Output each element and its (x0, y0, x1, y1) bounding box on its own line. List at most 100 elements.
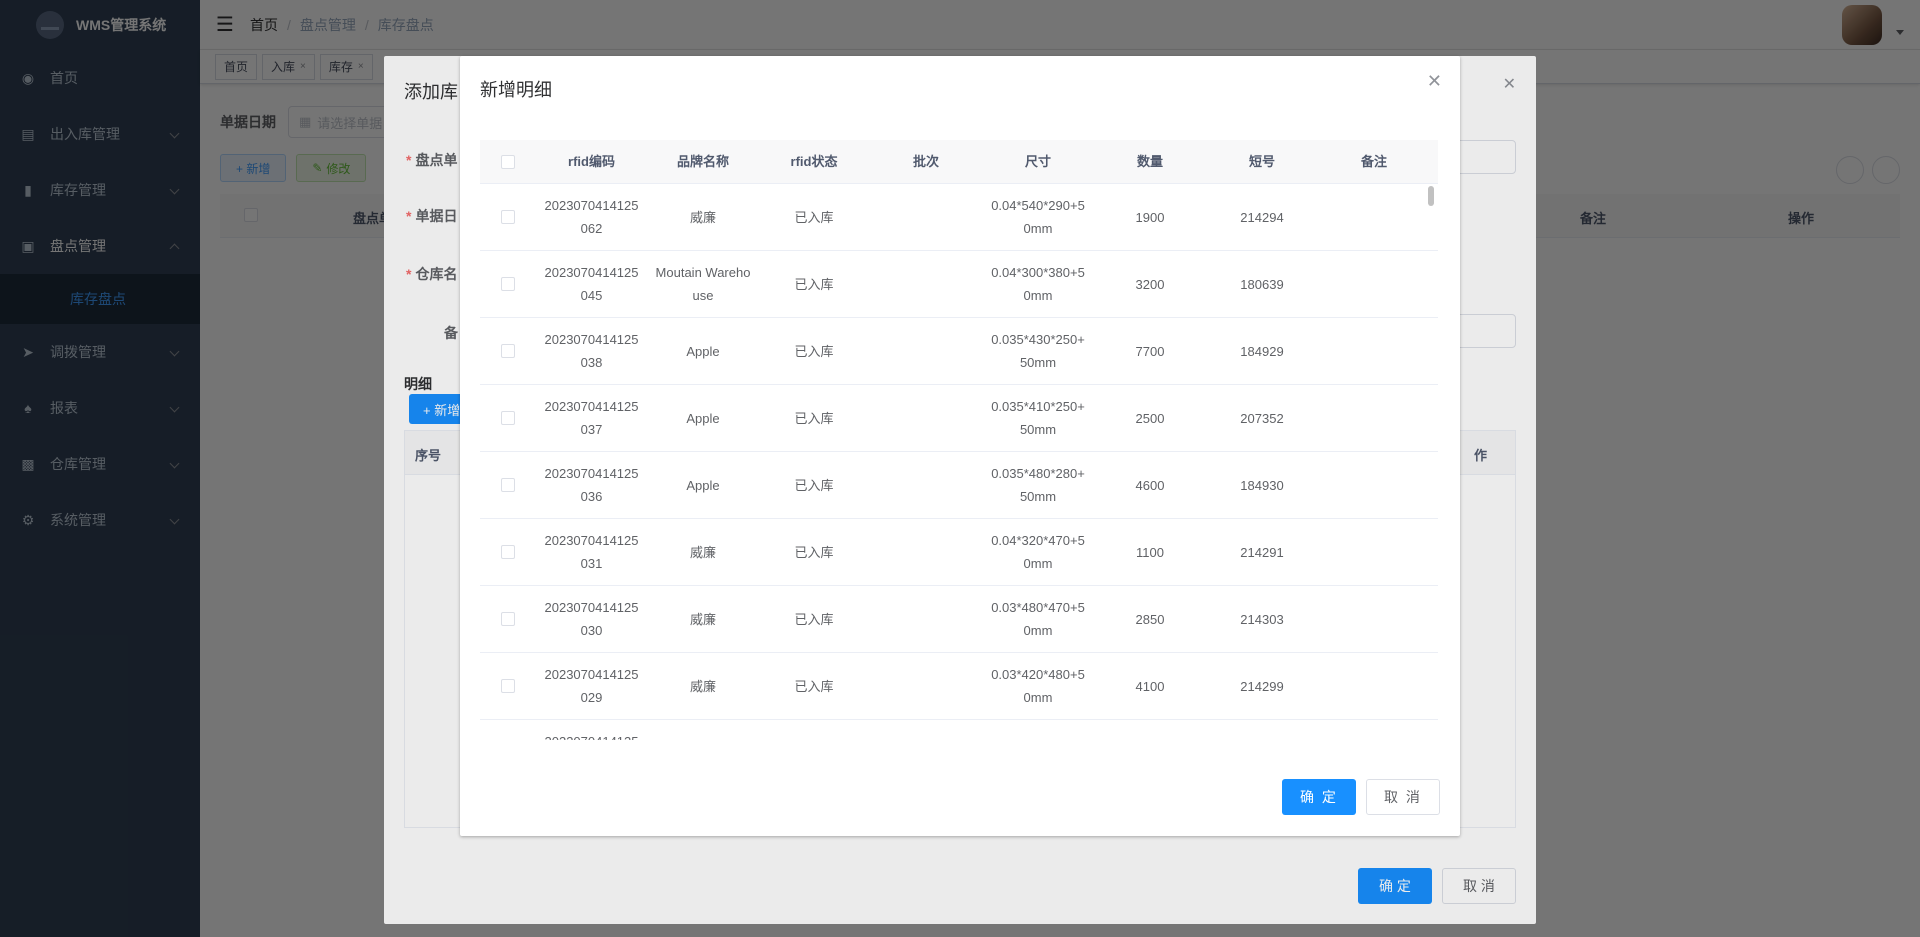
short-no-cell-text: 214294 (1240, 209, 1284, 225)
rfid-code-cell-text: 2023070414125038 (544, 332, 639, 370)
column-header: 批次 (912, 154, 939, 169)
table-row[interactable]: 2023070414125029 威廉 已入库 0.03*420*480+50mm 41… (480, 653, 1438, 720)
row-checkbox[interactable] (500, 411, 515, 425)
row-checkbox[interactable] (500, 478, 515, 492)
quantity-cell-text: 3200 (1135, 276, 1165, 292)
brand-cell-text: 威廉 (689, 678, 716, 694)
table-row[interactable]: 2023070414125030 威廉 已入库 0.03*480*470+50mm 28… (480, 586, 1438, 653)
scrollbar-thumb[interactable] (1428, 186, 1434, 206)
table-row[interactable]: 2023070414125045 Moutain Warehouse 已入库 0.04… (480, 251, 1438, 318)
cancel-button[interactable]: 取 消 (1366, 779, 1440, 815)
brand-cell: Apple (648, 340, 758, 363)
short-no-cell: 207352 (1206, 407, 1318, 430)
quantity-cell-text: 1900 (1135, 209, 1165, 225)
size-cell-text: 0.04*540*290+50mm (991, 198, 1085, 236)
size-cell: 0.03*420*480+50mm (982, 663, 1094, 709)
quantity-cell: 2500 (1094, 407, 1206, 430)
row-checkbox[interactable] (500, 210, 515, 224)
quantity-cell-text: 4600 (1135, 477, 1165, 493)
batch-cell (870, 407, 982, 430)
rfid-code-cell-text: 2023070414125062 (544, 198, 639, 236)
short-no-cell-text: 184929 (1240, 343, 1284, 359)
short-no-cell-text: 207352 (1240, 410, 1284, 426)
size-cell: 0.035*410*250+50mm (982, 395, 1094, 441)
quantity-cell: 3200 (1094, 273, 1206, 296)
row-checkbox[interactable] (500, 545, 515, 559)
batch-cell (870, 340, 982, 363)
rfid-code-cell-text: 2023070414125030 (544, 600, 639, 638)
table-row[interactable]: 20230704141250280.04*300*470 (480, 720, 1438, 740)
quantity-cell-text: 1100 (1136, 544, 1164, 560)
rfid-status-cell: 已入库 (758, 474, 870, 497)
batch-cell (870, 541, 982, 564)
column-header: 备注 (1360, 154, 1387, 169)
column-header: 数量 (1136, 154, 1163, 169)
detail-select-table: rfid编码 品牌名称 rfid状态 批次 尺寸 数量 短号 备注 202307… (480, 140, 1438, 740)
brand-cell: 威廉 (648, 675, 758, 698)
table-row[interactable]: 2023070414125036 Apple 已入库 0.035*480*280+50… (480, 452, 1438, 519)
row-checkbox[interactable] (500, 612, 515, 626)
select-all-checkbox[interactable] (500, 154, 515, 169)
table-row[interactable]: 2023070414125031 威廉 已入库 0.04*320*470+50mm 11… (480, 519, 1438, 586)
rfid-code-cell: 2023070414125037 (535, 395, 648, 441)
short-no-cell: 214294 (1206, 206, 1318, 229)
rfid-code-cell: 2023070414125062 (535, 194, 648, 240)
close-icon[interactable]: ✕ (1427, 72, 1442, 90)
brand-cell-text: Apple (686, 477, 720, 493)
confirm-button[interactable]: 确 定 (1282, 779, 1356, 815)
brand-cell-text: Apple (686, 410, 720, 426)
batch-cell (870, 608, 982, 631)
short-no-cell-text: 184930 (1240, 477, 1284, 493)
rfid-code-cell: 2023070414125045 (535, 261, 648, 307)
rfid-status-cell: 已入库 (758, 675, 870, 698)
brand-cell: 威廉 (648, 206, 758, 229)
quantity-cell: 1900 (1094, 206, 1206, 229)
batch-cell (870, 675, 982, 698)
rfid-code-cell: 2023070414125030 (535, 596, 648, 642)
quantity-cell: 4600 (1094, 474, 1206, 497)
row-checkbox-cell (480, 478, 535, 492)
quantity-cell-text: 7700 (1135, 343, 1165, 359)
batch-cell (870, 273, 982, 296)
size-cell: 0.035*430*250+50mm (982, 328, 1094, 374)
column-header: rfid编码 (568, 154, 615, 169)
rfid-status-cell: 已入库 (758, 541, 870, 564)
remark-cell (1318, 340, 1430, 363)
quantity-cell: 4100 (1094, 675, 1206, 698)
short-no-cell: 184930 (1206, 474, 1318, 497)
row-checkbox-cell (480, 277, 535, 291)
short-no-cell: 214299 (1206, 675, 1318, 698)
brand-cell: Apple (648, 474, 758, 497)
rfid-status-cell: 已入库 (758, 608, 870, 631)
table-row[interactable]: 2023070414125038 Apple 已入库 0.035*430*250+50… (480, 318, 1438, 385)
rfid-code-cell: 2023070414125038 (535, 328, 648, 374)
row-checkbox-cell (480, 411, 535, 425)
dialog-title: 新增明细 (480, 80, 552, 100)
quantity-cell: 2850 (1094, 608, 1206, 631)
row-checkbox[interactable] (500, 344, 515, 358)
column-header: 短号 (1248, 154, 1275, 169)
size-cell: 0.035*480*280+50mm (982, 462, 1094, 508)
rfid-code-cell: 2023070414125031 (535, 529, 648, 575)
rfid-code-cell-text: 2023070414125036 (544, 466, 639, 504)
brand-cell-text: 威廉 (689, 544, 716, 560)
table-row[interactable]: 2023070414125037 Apple 已入库 0.035*410*250+50… (480, 385, 1438, 452)
table-row[interactable]: 2023070414125062 威廉 已入库 0.04*540*290+50mm 19… (480, 184, 1438, 251)
table-body: 2023070414125062 威廉 已入库 0.04*540*290+50mm 19… (480, 184, 1438, 740)
rfid-code-cell-text: 2023070414125037 (544, 399, 639, 437)
brand-cell-text: 威廉 (689, 611, 716, 627)
short-no-cell-text: 214303 (1240, 611, 1284, 627)
rfid-status-cell-text: 已入库 (794, 410, 834, 426)
size-cell-text: 0.04*300*380+50mm (991, 265, 1085, 303)
select-all-cell (480, 154, 535, 169)
row-checkbox[interactable] (500, 277, 515, 291)
size-cell-text: 0.03*480*470+50mm (991, 600, 1085, 638)
quantity-cell: 1100 (1094, 541, 1206, 564)
rfid-status-cell-text: 已入库 (794, 544, 834, 560)
scrollbar[interactable] (1428, 184, 1438, 740)
row-checkbox-cell (480, 344, 535, 358)
rfid-status-cell: 已入库 (758, 206, 870, 229)
remark-cell (1318, 206, 1430, 229)
quantity-cell-text: 2850 (1135, 611, 1165, 627)
row-checkbox[interactable] (500, 679, 515, 693)
